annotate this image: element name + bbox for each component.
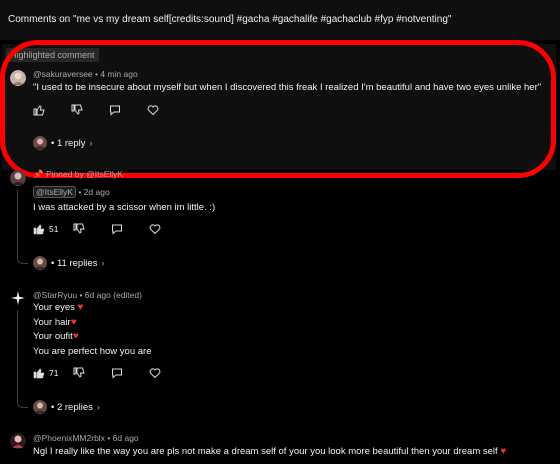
avatar[interactable] (10, 70, 26, 86)
thumbs-up-icon[interactable] (33, 367, 45, 379)
thread-line (17, 190, 28, 264)
comments-page: Comments on "me vs my dream self[credits… (0, 0, 560, 464)
reply-bubble-icon[interactable] (111, 367, 123, 379)
comment-author[interactable]: @sakuraversee (33, 69, 93, 79)
thumbs-down-icon[interactable] (73, 367, 86, 379)
avatar[interactable] (10, 170, 26, 186)
heart-icon[interactable] (149, 367, 161, 379)
heart-emoji-icon: ♥ (500, 446, 507, 457)
creator-avatar (33, 256, 47, 270)
view-replies-button[interactable]: • 11 replies › (33, 256, 104, 270)
comment-meta: @ItsEllyK • 2d ago (33, 186, 110, 198)
like-count: 51 (49, 224, 59, 234)
creator-avatar (33, 136, 47, 150)
comment-text: Your eyes ♥ Your hair♥ Your oufit♥ You a… (33, 302, 152, 357)
comment-text: "I used to be insecure about myself but … (33, 82, 542, 93)
thumbs-down-icon[interactable] (73, 223, 86, 235)
comment-text: Ngl I really like the way you are pls no… (33, 446, 507, 457)
thumbs-down-icon[interactable] (71, 104, 83, 116)
chevron-right-icon: › (101, 258, 105, 268)
thread-line (17, 310, 28, 408)
pinned-label: 📌 Pinned by @ItsEllyK (33, 169, 124, 179)
comment-meta: @PhoenixMM2rblx • 6d ago (33, 433, 139, 443)
highlighted-comment-label: Highlighted comment (6, 48, 99, 62)
thumbs-up-icon[interactable] (33, 223, 45, 235)
avatar[interactable] (10, 290, 26, 306)
view-replies-button[interactable]: • 2 replies › (33, 400, 100, 414)
comment-meta: @StarRyuu • 6d ago (edited) (33, 290, 142, 300)
comments-header: Comments on "me vs my dream self[credits… (0, 0, 560, 40)
heart-icon[interactable] (147, 104, 159, 116)
reply-bubble-icon[interactable] (111, 223, 123, 235)
comment-time: • 2d ago (78, 187, 110, 197)
comment-actions: 51 (33, 222, 161, 236)
reply-bubble-icon[interactable] (109, 104, 121, 116)
comment-author[interactable]: @PhoenixMM2rblx (33, 433, 105, 443)
replies-count: • 11 replies (51, 257, 98, 269)
like-count: 71 (49, 368, 59, 378)
replies-count: • 2 replies (51, 401, 93, 413)
comments-title: Comments on "me vs my dream self[credits… (8, 14, 452, 25)
view-replies-button[interactable]: • 1 reply › (33, 136, 92, 150)
comment-actions: 71 (33, 366, 161, 380)
replies-count: • 1 reply (51, 137, 86, 149)
chevron-right-icon: › (96, 402, 100, 412)
comment-time: • 6d ago (edited) (79, 290, 142, 300)
heart-emoji-icon: ♥ (77, 302, 84, 313)
avatar[interactable] (10, 433, 26, 449)
creator-avatar (33, 400, 47, 414)
heart-emoji-icon: ♥ (70, 316, 77, 328)
comment-time: • 6d ago (107, 433, 139, 443)
heart-emoji-icon: ♥ (72, 331, 79, 342)
comment-actions (33, 103, 159, 117)
heart-icon[interactable] (149, 223, 161, 235)
pin-icon: 📌 (33, 169, 44, 179)
chevron-right-icon: › (89, 138, 93, 148)
comment-author[interactable]: @StarRyuu (33, 290, 77, 300)
comment-text: I was attacked by a scissor when im litt… (33, 202, 216, 213)
comment-time: • 4 min ago (95, 69, 138, 79)
thumbs-up-icon[interactable] (33, 104, 45, 116)
comment-meta: @sakuraversee • 4 min ago (33, 69, 138, 79)
comment-author[interactable]: @ItsEllyK (33, 186, 76, 198)
